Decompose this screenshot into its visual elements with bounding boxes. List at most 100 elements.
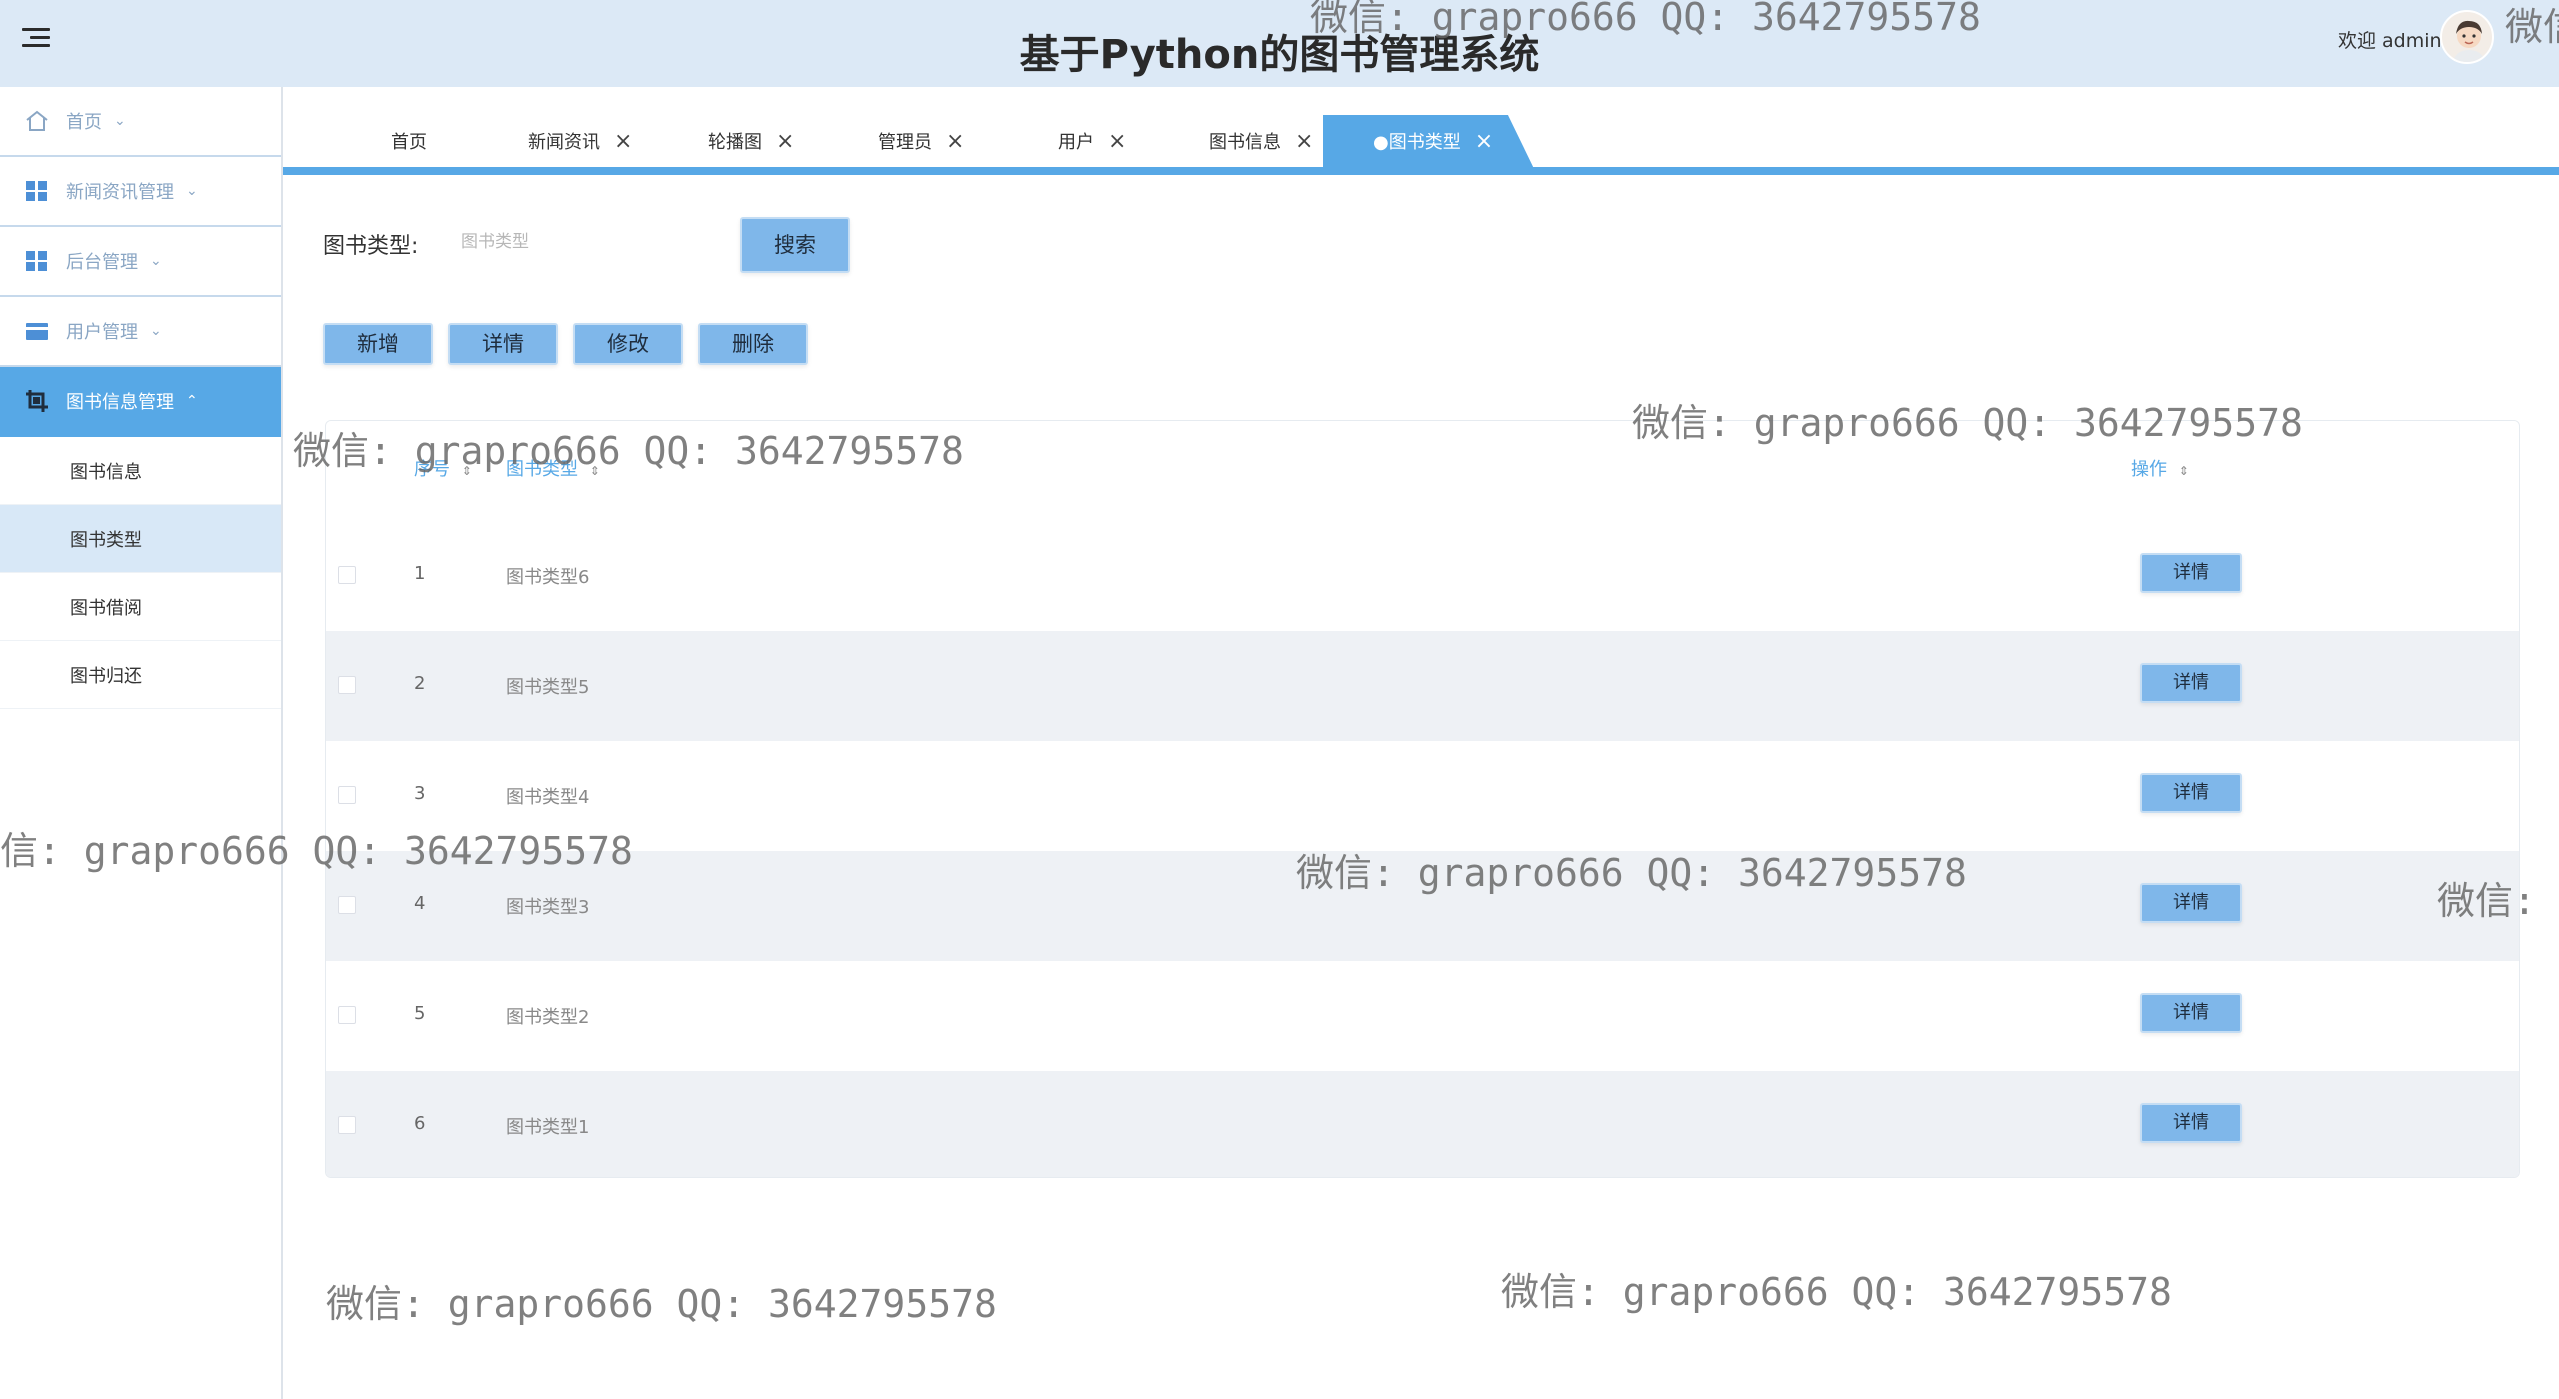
app-title: 基于Python的图书管理系统 — [1019, 32, 1540, 78]
row-index: 2 — [414, 673, 426, 694]
tab-label: 用户 — [1058, 132, 1094, 153]
welcome-text: 欢迎 admin — [2338, 30, 2442, 52]
sidebar-subitem-book-info[interactable]: 图书信息 — [0, 437, 281, 505]
sidebar: 首页 ⌄ 新闻资讯管理 ⌄ 后台管理 ⌄ 用户管理 ⌄ 图书信息管理 ⌃ 图书信… — [0, 87, 283, 1399]
row-checkbox[interactable] — [338, 1116, 356, 1134]
table-header: 序号 ⇕ 图书类型 ⇕ 操作 ⇕ — [326, 421, 2519, 521]
row-index: 3 — [414, 783, 426, 804]
sidebar-item-book-management[interactable]: 图书信息管理 ⌃ — [0, 367, 281, 437]
row-checkbox[interactable] — [338, 896, 356, 914]
sidebar-subitem-book-type[interactable]: 图书类型 — [0, 505, 281, 573]
book-type-table: 序号 ⇕ 图书类型 ⇕ 操作 ⇕ 1 图书类型6 详情 2 图书类型5 详情 3… — [325, 420, 2520, 1178]
close-icon[interactable]: × — [1295, 129, 1313, 154]
sidebar-item-users[interactable]: 用户管理 ⌄ — [0, 297, 281, 367]
sidebar-item-label: 用户管理 — [66, 322, 138, 343]
grid-icon — [26, 181, 47, 201]
tab-label: 图书信息 — [1209, 132, 1281, 153]
delete-button[interactable]: 删除 — [698, 323, 808, 365]
chevron-down-icon: ⌄ — [114, 113, 126, 129]
row-checkbox[interactable] — [338, 786, 356, 804]
top-header: 基于Python的图书管理系统 欢迎 admin — [0, 0, 2559, 87]
row-type-name: 图书类型6 — [506, 567, 590, 588]
tab-admin[interactable]: 管理员 × — [878, 115, 964, 167]
close-icon[interactable]: × — [614, 129, 632, 154]
sidebar-item-label: 首页 — [66, 112, 102, 133]
chevron-down-icon: ⌄ — [150, 253, 162, 269]
close-icon[interactable]: × — [776, 129, 794, 154]
crop-icon — [26, 390, 48, 412]
sidebar-subitem-book-borrow[interactable]: 图书借阅 — [0, 573, 281, 641]
column-label: 序号 — [414, 459, 450, 480]
tab-bar: 首页 新闻资讯 × 轮播图 × 管理员 × 用户 × 图书信息 × ●图书类型 … — [283, 87, 2559, 175]
column-header-ops[interactable]: 操作 ⇕ — [2131, 455, 2189, 481]
row-index: 4 — [414, 893, 426, 914]
detail-button[interactable]: 详情 — [448, 323, 558, 365]
table-row: 4 图书类型3 详情 — [326, 851, 2519, 961]
tab-news[interactable]: 新闻资讯 × — [528, 115, 632, 167]
sort-icon[interactable]: ⇕ — [462, 464, 472, 478]
row-checkbox[interactable] — [338, 1006, 356, 1024]
watermark-text: 微信: grapro666 QQ: 3642795578 — [1501, 1270, 2172, 1314]
sort-icon[interactable]: ⇕ — [590, 464, 600, 478]
row-index: 1 — [414, 563, 426, 584]
row-detail-button[interactable]: 详情 — [2140, 993, 2242, 1033]
tab-underline — [283, 167, 2559, 175]
row-type-name: 图书类型5 — [506, 677, 590, 698]
chevron-up-icon: ⌃ — [186, 393, 198, 409]
row-detail-button[interactable]: 详情 — [2140, 883, 2242, 923]
sidebar-item-backend[interactable]: 后台管理 ⌄ — [0, 227, 281, 297]
edit-button[interactable]: 修改 — [573, 323, 683, 365]
close-icon[interactable]: × — [1475, 129, 1493, 154]
sidebar-item-label: 新闻资讯管理 — [66, 182, 174, 203]
table-row: 3 图书类型4 详情 — [326, 741, 2519, 851]
close-icon[interactable]: × — [1108, 129, 1126, 154]
row-type-name: 图书类型3 — [506, 897, 590, 918]
chevron-down-icon: ⌄ — [150, 323, 162, 339]
search-button[interactable]: 搜索 — [740, 217, 850, 273]
table-row: 5 图书类型2 详情 — [326, 961, 2519, 1071]
row-detail-button[interactable]: 详情 — [2140, 1103, 2242, 1143]
sidebar-item-label: 图书信息管理 — [66, 392, 174, 413]
column-header-index[interactable]: 序号 ⇕ — [414, 455, 472, 481]
tab-home[interactable]: 首页 — [391, 115, 427, 167]
row-index: 5 — [414, 1003, 426, 1024]
tab-label: 首页 — [391, 132, 427, 153]
table-row: 6 图书类型1 详情 — [326, 1071, 2519, 1177]
row-detail-button[interactable]: 详情 — [2140, 773, 2242, 813]
sidebar-subitem-book-return[interactable]: 图书归还 — [0, 641, 281, 709]
sidebar-item-news[interactable]: 新闻资讯管理 ⌄ — [0, 157, 281, 227]
row-type-name: 图书类型2 — [506, 1007, 590, 1028]
watermark-text: 微信: grapro666 QQ: 3642795578 — [326, 1282, 997, 1326]
tab-label: 轮播图 — [708, 132, 762, 153]
tab-book-info[interactable]: 图书信息 × — [1209, 115, 1313, 167]
tab-book-type[interactable]: ●图书类型 × — [1323, 115, 1534, 167]
column-label: 图书类型 — [506, 459, 578, 480]
sort-icon[interactable]: ⇕ — [2179, 464, 2189, 478]
tab-label: 管理员 — [878, 132, 932, 153]
add-button[interactable]: 新增 — [323, 323, 433, 365]
row-checkbox[interactable] — [338, 566, 356, 584]
row-checkbox[interactable] — [338, 676, 356, 694]
table-row: 1 图书类型6 详情 — [326, 521, 2519, 631]
sidebar-item-label: 后台管理 — [66, 252, 138, 273]
user-avatar[interactable] — [2440, 10, 2494, 64]
close-icon[interactable]: × — [946, 129, 964, 154]
chevron-down-icon: ⌄ — [186, 183, 198, 199]
column-label: 操作 — [2131, 459, 2167, 480]
search-label: 图书类型: — [323, 234, 419, 259]
row-detail-button[interactable]: 详情 — [2140, 553, 2242, 593]
tab-user[interactable]: 用户 × — [1058, 115, 1126, 167]
tab-label: ●图书类型 — [1373, 132, 1461, 153]
row-detail-button[interactable]: 详情 — [2140, 663, 2242, 703]
column-header-type[interactable]: 图书类型 ⇕ — [506, 455, 600, 481]
row-index: 6 — [414, 1113, 426, 1134]
card-icon — [26, 323, 48, 340]
tab-label: 新闻资讯 — [528, 132, 600, 153]
home-icon — [26, 110, 48, 131]
book-type-search-input[interactable] — [455, 220, 715, 264]
tab-carousel[interactable]: 轮播图 × — [708, 115, 794, 167]
grid-icon — [26, 251, 47, 271]
row-type-name: 图书类型1 — [506, 1117, 590, 1138]
row-type-name: 图书类型4 — [506, 787, 590, 808]
sidebar-item-home[interactable]: 首页 ⌄ — [0, 87, 281, 157]
